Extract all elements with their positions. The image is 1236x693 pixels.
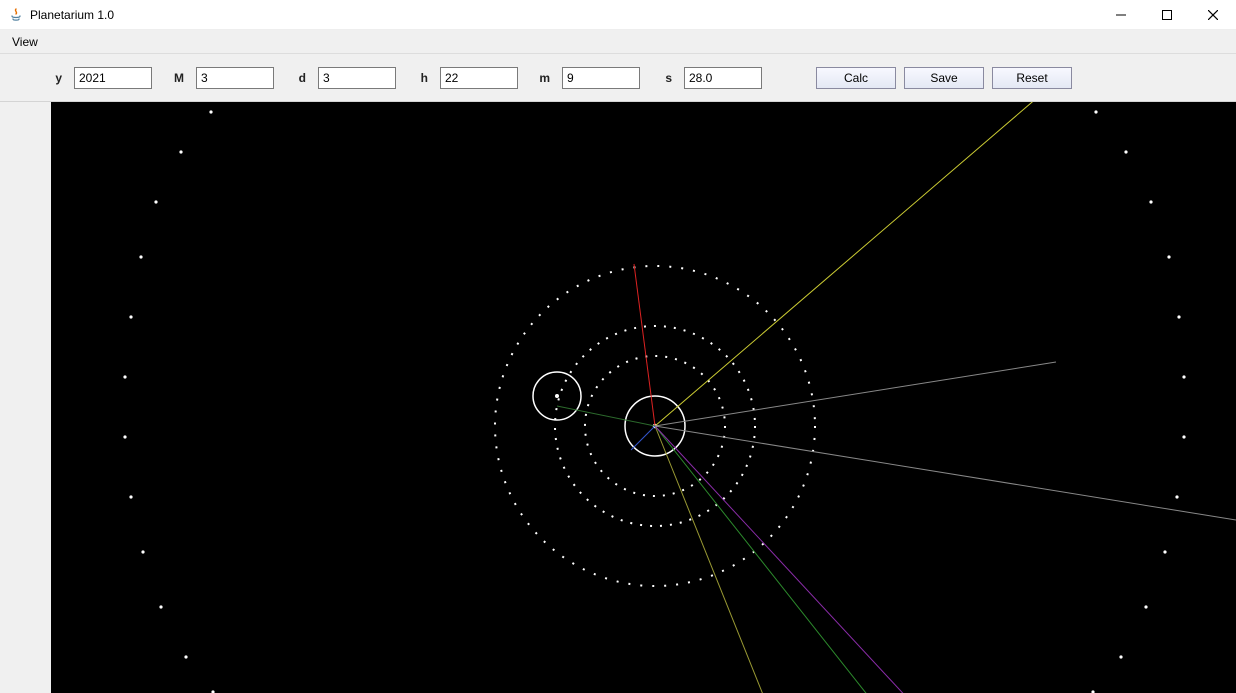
label-year: y <box>10 71 66 85</box>
input-second[interactable] <box>684 67 762 89</box>
canvas-area <box>0 102 1236 693</box>
calc-button[interactable]: Calc <box>816 67 896 89</box>
title-bar: Planetarium 1.0 <box>0 0 1236 30</box>
label-minute: m <box>526 71 554 85</box>
input-year[interactable] <box>74 67 152 89</box>
window-title: Planetarium 1.0 <box>30 8 114 22</box>
reset-button[interactable]: Reset <box>992 67 1072 89</box>
input-minute[interactable] <box>562 67 640 89</box>
java-app-icon <box>8 7 24 23</box>
input-month[interactable] <box>196 67 274 89</box>
toolbar: y M d h m s Calc Save Reset <box>0 54 1236 102</box>
input-hour[interactable] <box>440 67 518 89</box>
label-second: s <box>648 71 676 85</box>
save-button[interactable]: Save <box>904 67 984 89</box>
input-day[interactable] <box>318 67 396 89</box>
label-day: d <box>282 71 310 85</box>
close-button[interactable] <box>1190 0 1236 30</box>
label-hour: h <box>404 71 432 85</box>
minimize-button[interactable] <box>1098 0 1144 30</box>
menu-view[interactable]: View <box>6 33 44 51</box>
menu-bar: View <box>0 30 1236 54</box>
planetarium-canvas[interactable] <box>51 102 1236 693</box>
maximize-button[interactable] <box>1144 0 1190 30</box>
label-month: M <box>160 71 188 85</box>
